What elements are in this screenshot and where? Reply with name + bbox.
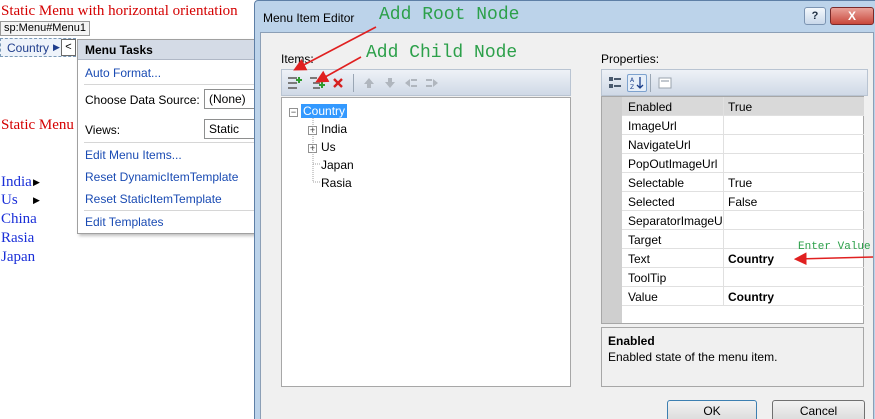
- data-source-label: Choose Data Source:: [85, 93, 200, 107]
- property-value[interactable]: False: [728, 195, 757, 209]
- move-down-icon[interactable]: [380, 74, 400, 92]
- views-label: Views:: [85, 123, 121, 137]
- property-pages-icon[interactable]: [655, 74, 675, 92]
- property-name: Selected: [628, 195, 675, 209]
- property-name: Selectable: [628, 176, 685, 190]
- properties-label: Properties:: [601, 52, 660, 66]
- smart-tag-button[interactable]: <: [61, 39, 76, 56]
- divider: [723, 230, 724, 249]
- items-toolbar: [281, 69, 571, 96]
- reset-static-template-link[interactable]: Reset StaticItemTemplate: [85, 192, 222, 206]
- tree-lines: [312, 118, 320, 183]
- close-button[interactable]: X: [830, 7, 874, 25]
- property-row-popoutimageurl[interactable]: PopOutImageUrl: [622, 154, 864, 173]
- add-child-node-icon[interactable]: [307, 74, 327, 92]
- move-up-icon[interactable]: [359, 74, 379, 92]
- description-text: Enabled state of the menu item.: [608, 350, 778, 364]
- divider: [723, 135, 724, 154]
- property-name: NavigateUrl: [628, 138, 691, 152]
- annotation-add-child: Add Child Node: [366, 43, 518, 63]
- items-tree[interactable]: − Country + India + Us Japan Rasia: [281, 97, 571, 387]
- property-value[interactable]: Country: [728, 290, 774, 304]
- delete-node-icon[interactable]: [328, 74, 348, 92]
- submenu-arrow-icon: ▶: [33, 177, 40, 187]
- property-name: Value: [628, 290, 658, 304]
- property-row-tooltip[interactable]: ToolTip: [622, 268, 864, 287]
- dialog-title: Menu Item Editor: [263, 11, 355, 25]
- dialog-body: Items: − Country + India + Us Japan Rasi…: [260, 32, 874, 419]
- property-value[interactable]: True: [728, 176, 752, 190]
- menu-item-country[interactable]: Country: [7, 41, 49, 55]
- property-value[interactable]: Country: [728, 252, 774, 266]
- property-row-separatorimageurl[interactable]: SeparatorImageUrl: [622, 211, 864, 230]
- property-name: SeparatorImageUrl: [628, 214, 722, 228]
- submenu-arrow-icon: ▶: [53, 42, 60, 52]
- divider: [723, 211, 724, 230]
- edit-templates-link[interactable]: Edit Templates: [85, 215, 164, 229]
- divider: [723, 116, 724, 135]
- property-name: PopOutImageUrl: [628, 157, 718, 171]
- property-name: ImageUrl: [628, 119, 677, 133]
- divider: [723, 287, 724, 306]
- menu-item-editor-dialog: Menu Item Editor ? X Items: − Country + …: [254, 0, 875, 419]
- vertical-menu-item[interactable]: China: [1, 211, 37, 228]
- description-panel: Enabled Enabled state of the menu item.: [601, 327, 864, 387]
- property-name: Text: [628, 252, 651, 266]
- cancel-button[interactable]: Cancel: [772, 400, 865, 419]
- divider: [723, 154, 724, 173]
- property-value[interactable]: True: [728, 100, 752, 114]
- control-tag: sp:Menu#Menu1: [0, 21, 90, 36]
- vertical-menu-item[interactable]: Rasia: [1, 230, 34, 247]
- toolbar-divider: [353, 74, 354, 92]
- alphabetical-icon[interactable]: AZ: [627, 74, 647, 92]
- property-row-imageurl[interactable]: ImageUrl: [622, 116, 864, 135]
- divider: [723, 249, 724, 268]
- properties-toolbar: AZ: [601, 69, 868, 96]
- divider: [84, 84, 254, 85]
- edit-menu-items-link[interactable]: Edit Menu Items...: [85, 148, 182, 162]
- outdent-icon[interactable]: [401, 74, 421, 92]
- menu-tasks-panel: Menu Tasks Auto Format... Choose Data So…: [77, 39, 264, 234]
- divider: [723, 97, 724, 116]
- property-name: ToolTip: [628, 271, 667, 285]
- reset-dynamic-template-link[interactable]: Reset DynamicItemTemplate: [85, 170, 238, 184]
- property-name: Enabled: [628, 100, 673, 114]
- divider: [84, 210, 254, 211]
- annotation-add-root: Add Root Node: [379, 5, 520, 25]
- add-root-node-icon[interactable]: [285, 74, 305, 92]
- svg-text:Z: Z: [630, 84, 634, 90]
- submenu-arrow-icon: ▶: [33, 195, 40, 205]
- property-row-selected[interactable]: Selected False: [622, 192, 864, 211]
- annotation-enter-value: Enter Value: [798, 241, 871, 253]
- categorized-icon[interactable]: [605, 74, 625, 92]
- ok-button[interactable]: OK: [667, 400, 757, 419]
- divider: [723, 173, 724, 192]
- property-row-enabled[interactable]: Enabled True: [622, 97, 864, 116]
- grid-gutter: [602, 97, 622, 323]
- indent-icon[interactable]: [422, 74, 442, 92]
- toolbar-divider: [650, 74, 651, 92]
- property-name: Target: [628, 233, 662, 247]
- description-title: Enabled: [608, 334, 655, 348]
- heading-static-menu: Static Menu: [1, 117, 74, 133]
- divider: [723, 192, 724, 211]
- auto-format-link[interactable]: Auto Format...: [85, 66, 161, 80]
- divider: [723, 268, 724, 287]
- divider: [84, 142, 254, 143]
- property-row-value[interactable]: Value Country: [622, 287, 864, 306]
- property-row-selectable[interactable]: Selectable True: [622, 173, 864, 192]
- property-row-navigateurl[interactable]: NavigateUrl: [622, 135, 864, 154]
- vertical-menu-item[interactable]: Us: [1, 192, 18, 209]
- help-button[interactable]: ?: [804, 7, 826, 25]
- properties-grid: Enabled True ImageUrl NavigateUrl PopOutI…: [601, 96, 864, 324]
- items-label: Items:: [281, 52, 314, 66]
- vertical-menu-item[interactable]: India: [1, 174, 32, 191]
- vertical-menu-item[interactable]: Japan: [1, 249, 35, 266]
- heading-horizontal-menu: Static Menu with horizontal orientation: [1, 3, 238, 19]
- menu-tasks-title: Menu Tasks: [78, 40, 254, 60]
- svg-text:A: A: [630, 77, 635, 84]
